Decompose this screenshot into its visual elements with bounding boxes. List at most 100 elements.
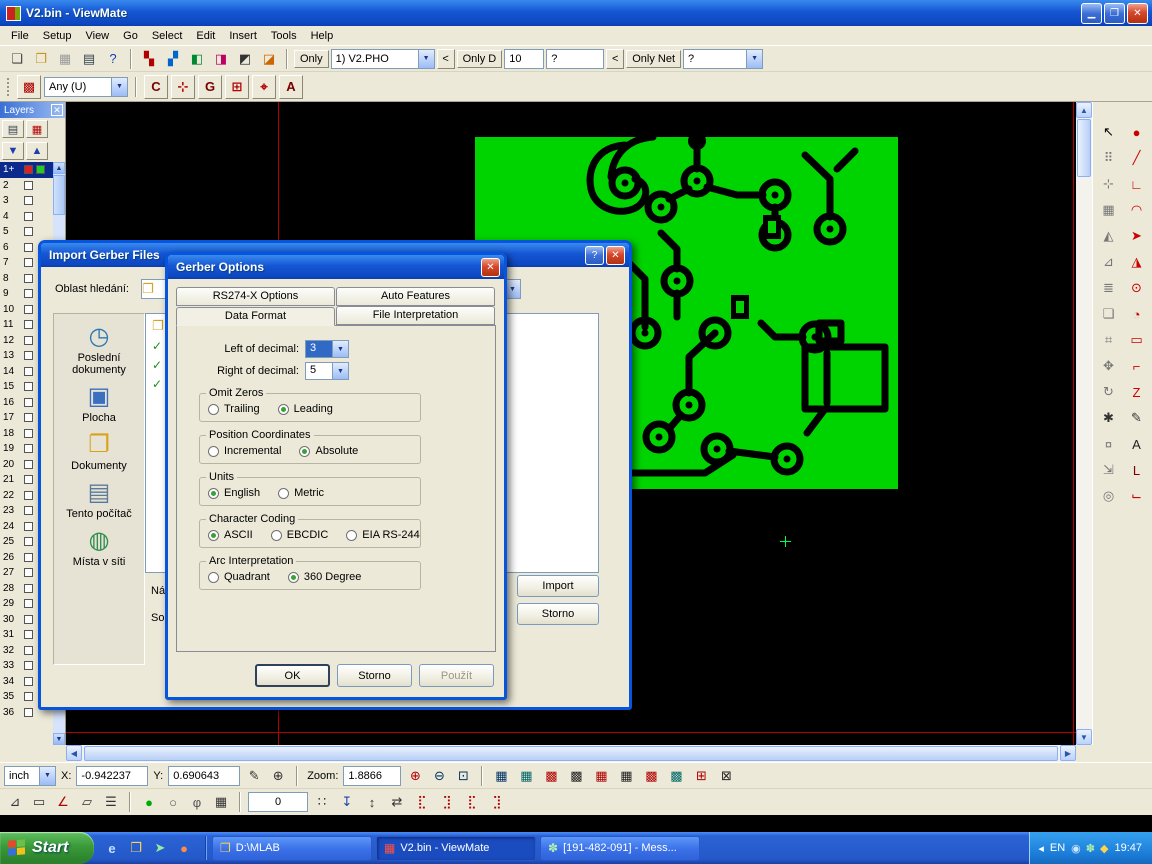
target-icon[interactable]: ⌖: [252, 75, 276, 99]
tab-data-format[interactable]: Data Format: [176, 307, 335, 326]
place-desktop[interactable]: ▣Plocha: [56, 384, 142, 424]
zoom-in-icon[interactable]: ⊕: [404, 765, 426, 787]
hatch-icon[interactable]: ⌗: [1096, 328, 1122, 352]
apertures-grid-icon[interactable]: ▦: [490, 765, 512, 787]
layers-scroll-thumb[interactable]: [53, 175, 65, 215]
gerber-dialog-title-bar[interactable]: Gerber Options ✕: [168, 255, 504, 279]
mark-pencil-icon[interactable]: ✎: [243, 765, 265, 787]
explorer-folder-icon[interactable]: ❐: [126, 838, 146, 858]
label-l-icon[interactable]: L: [1124, 458, 1150, 482]
menu-item-select[interactable]: Select: [145, 28, 190, 44]
close-icon[interactable]: ✕: [481, 258, 500, 277]
layer-swatch[interactable]: [24, 444, 33, 453]
vertical-scroll-track[interactable]: [1076, 178, 1092, 729]
place-network-places[interactable]: ◍Místa v síti: [56, 528, 142, 568]
outline-black-icon[interactable]: ⊠: [715, 765, 737, 787]
draw-circle-icon[interactable]: ⊙: [1124, 276, 1150, 300]
layer-swatch[interactable]: [24, 212, 33, 221]
scroll-up-icon[interactable]: ▲: [53, 162, 65, 174]
text-tool-icon[interactable]: A: [1124, 432, 1150, 456]
layer-swatch[interactable]: [24, 692, 33, 701]
layer-swatch[interactable]: [24, 289, 33, 298]
dimension-icon[interactable]: ⇲: [1096, 458, 1122, 482]
chevron-down-icon[interactable]: ▼: [746, 50, 762, 68]
new-file-icon[interactable]: ❏: [6, 48, 28, 70]
horizontal-scroll-thumb[interactable]: [84, 746, 1058, 761]
close-icon[interactable]: ✕: [51, 104, 63, 116]
radio-trailing[interactable]: Trailing: [208, 403, 260, 415]
radio-incremental[interactable]: Incremental: [208, 445, 281, 457]
measure-distance-icon[interactable]: ⊿: [4, 791, 26, 813]
radio-eia-rs-244[interactable]: EIA RS-244: [346, 529, 419, 541]
layer-swatch[interactable]: [24, 522, 33, 531]
layer-swatch[interactable]: [24, 553, 33, 562]
level-icon[interactable]: ≣: [1096, 276, 1122, 300]
highlight-point-icon[interactable]: ●: [1124, 120, 1150, 144]
radio-ebcdic[interactable]: EBCDIC: [271, 529, 329, 541]
start-button[interactable]: Start: [0, 832, 94, 864]
horizontal-scrollbar[interactable]: ◀ ▶: [66, 745, 1076, 762]
menu-item-view[interactable]: View: [78, 28, 116, 44]
right-decimal-select[interactable]: 5 ▼: [305, 362, 349, 380]
zoom-window-icon[interactable]: ⊡: [452, 765, 474, 787]
layer-swatch[interactable]: [24, 661, 33, 670]
draw-arrow-icon[interactable]: ➤: [1124, 224, 1150, 248]
draw-rect-icon[interactable]: ▭: [1124, 328, 1150, 352]
scroll-right-icon[interactable]: ▶: [1060, 745, 1076, 761]
minimize-button[interactable]: ▁: [1081, 3, 1102, 24]
circle-tool-icon[interactable]: C: [144, 75, 168, 99]
layer-swatch[interactable]: [24, 599, 33, 608]
layer-swatch[interactable]: [24, 491, 33, 500]
draws-black-icon[interactable]: ▩: [565, 765, 587, 787]
zoom-out-icon[interactable]: ⊖: [428, 765, 450, 787]
place-my-computer[interactable]: ▤Tento počítač: [56, 480, 142, 520]
browser-icon[interactable]: ●: [174, 838, 194, 858]
language-indicator[interactable]: EN: [1050, 842, 1065, 854]
chevron-down-icon[interactable]: ▼: [332, 363, 348, 379]
toolbar-grip[interactable]: [7, 78, 11, 96]
dcode-filter-select[interactable]: Any (U) ▼: [44, 77, 128, 97]
origin-target-icon[interactable]: ⊕: [267, 765, 289, 787]
swap-arrows-icon[interactable]: ⇄: [386, 791, 408, 813]
radio-metric[interactable]: Metric: [278, 487, 324, 499]
scroll-up-icon[interactable]: ▲: [1076, 102, 1092, 118]
active-file-select[interactable]: 1) V2.PHO ▼: [331, 49, 435, 69]
composite-black-icon[interactable]: ▦: [615, 765, 637, 787]
messenger-tray-icon[interactable]: ✽: [1086, 842, 1095, 855]
layer-swatch[interactable]: [24, 615, 33, 624]
import-button[interactable]: Import: [517, 575, 599, 597]
radio-english[interactable]: English: [208, 487, 260, 499]
layer-down-icon[interactable]: ▼: [2, 142, 24, 160]
anchor-down-icon[interactable]: ↧: [336, 791, 358, 813]
previous-dcode-button[interactable]: <: [606, 49, 624, 69]
layer-swatch[interactable]: [24, 258, 33, 267]
layer-swatch[interactable]: [24, 336, 33, 345]
rotate-icon[interactable]: ↻: [1096, 380, 1122, 404]
swap-layers-icon[interactable]: ◧: [186, 48, 208, 70]
clock[interactable]: 19:47: [1114, 842, 1142, 854]
aperture-icon[interactable]: ▩: [17, 75, 41, 99]
layer-row-1[interactable]: 1+: [0, 162, 53, 178]
task-messenger[interactable]: ✽[191-482-091] - Mess...: [540, 836, 700, 861]
layer-swatch[interactable]: [24, 382, 33, 391]
layer-row-3[interactable]: 3: [0, 193, 53, 209]
close-icon[interactable]: ✕: [606, 246, 625, 265]
layer-swatch[interactable]: [24, 196, 33, 205]
red-dot-grid-icon-3[interactable]: ⣏: [461, 791, 483, 813]
layer-up-icon[interactable]: ▲: [26, 142, 48, 160]
place-documents[interactable]: ❐Dokumenty: [56, 432, 142, 472]
layer-swatch[interactable]: [24, 630, 33, 639]
radio-quadrant[interactable]: Quadrant: [208, 571, 270, 583]
restore-button[interactable]: ❐: [1104, 3, 1125, 24]
draw-corner-icon[interactable]: ⌐: [1124, 354, 1150, 378]
network-tray-icon[interactable]: ◉: [1071, 842, 1081, 855]
probe-a-icon[interactable]: ○: [162, 791, 184, 813]
text-icon[interactable]: A: [279, 75, 303, 99]
dots-grid-icon[interactable]: ∷: [311, 791, 333, 813]
draw-triangle-icon[interactable]: ◮: [1124, 250, 1150, 274]
chevron-down-icon[interactable]: ▼: [332, 341, 348, 357]
filled-rect-icon[interactable]: ▦: [1096, 198, 1122, 222]
only-dcode-toggle[interactable]: Only D: [457, 50, 503, 68]
menu-item-help[interactable]: Help: [304, 28, 341, 44]
ie-icon[interactable]: e: [102, 838, 122, 858]
